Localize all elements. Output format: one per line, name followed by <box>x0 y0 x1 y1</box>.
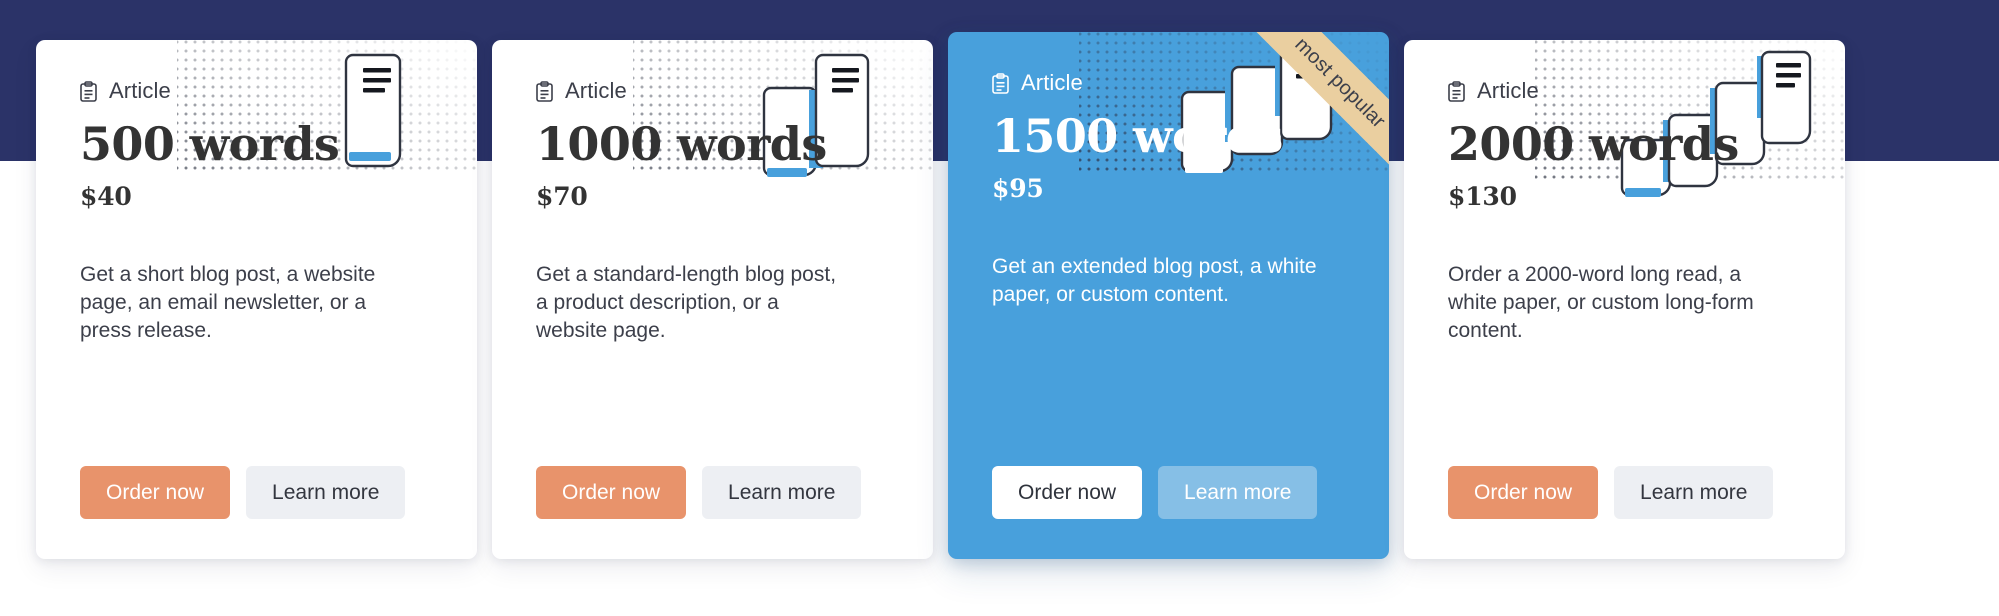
clipboard-icon <box>992 72 1009 94</box>
pricing-card-2000-words[interactable]: Article 2000 words $130 Order a 2000-wor… <box>1404 40 1845 559</box>
pricing-cards-page: Article 500 words $40 Get a short blog p… <box>0 0 1999 616</box>
card-headline: 2000 words <box>1448 117 1739 171</box>
card-headline: 1500 words <box>992 109 1283 163</box>
card-description: Get a short blog post, a website page, a… <box>80 262 376 343</box>
card-kicker-label: Article <box>1021 70 1083 95</box>
learn-more-button[interactable]: Learn more <box>246 465 406 519</box>
pricing-card-1000-words[interactable]: Article 1000 words $70 Get a standard-le… <box>492 40 933 559</box>
card-actions: Order now Learn more <box>1448 465 1774 519</box>
card-price: $95 <box>992 173 1044 203</box>
card-description: Get an extended blog post, a white paper… <box>992 254 1317 307</box>
card-kicker: Article <box>536 78 889 104</box>
card-actions: Order now Learn more <box>536 465 862 519</box>
card-description: Get a standard-length blog post, a produ… <box>536 262 837 343</box>
order-now-button[interactable]: Order now <box>1448 465 1599 519</box>
pricing-card-1500-words[interactable]: most popular Article 1500 words $95 Get … <box>948 32 1389 559</box>
card-kicker: Article <box>80 78 433 104</box>
pricing-card-500-words[interactable]: Article 500 words $40 Get a short blog p… <box>36 40 477 559</box>
pricing-cards-row: Article 500 words $40 Get a short blog p… <box>36 32 1963 560</box>
learn-more-button[interactable]: Learn more <box>1614 465 1774 519</box>
card-headline: 1000 words <box>536 117 827 171</box>
clipboard-icon <box>80 80 97 102</box>
card-description: Order a 2000-word long read, a white pap… <box>1448 262 1754 343</box>
learn-more-button[interactable]: Learn more <box>702 465 862 519</box>
card-actions: Order now Learn more <box>80 465 406 519</box>
card-price: $70 <box>536 181 588 211</box>
clipboard-icon <box>536 80 553 102</box>
card-headline: 500 words <box>80 117 340 171</box>
card-price: $130 <box>1448 181 1517 211</box>
order-now-button[interactable]: Order now <box>992 465 1143 519</box>
card-kicker: Article <box>992 70 1345 96</box>
clipboard-icon <box>1448 80 1465 102</box>
card-kicker-label: Article <box>1477 78 1539 103</box>
card-price: $40 <box>80 181 132 211</box>
learn-more-button[interactable]: Learn more <box>1158 465 1318 519</box>
card-kicker-label: Article <box>109 78 171 103</box>
order-now-button[interactable]: Order now <box>536 465 687 519</box>
card-actions: Order now Learn more <box>992 465 1318 519</box>
card-kicker-label: Article <box>565 78 627 103</box>
order-now-button[interactable]: Order now <box>80 465 231 519</box>
card-kicker: Article <box>1448 78 1801 104</box>
